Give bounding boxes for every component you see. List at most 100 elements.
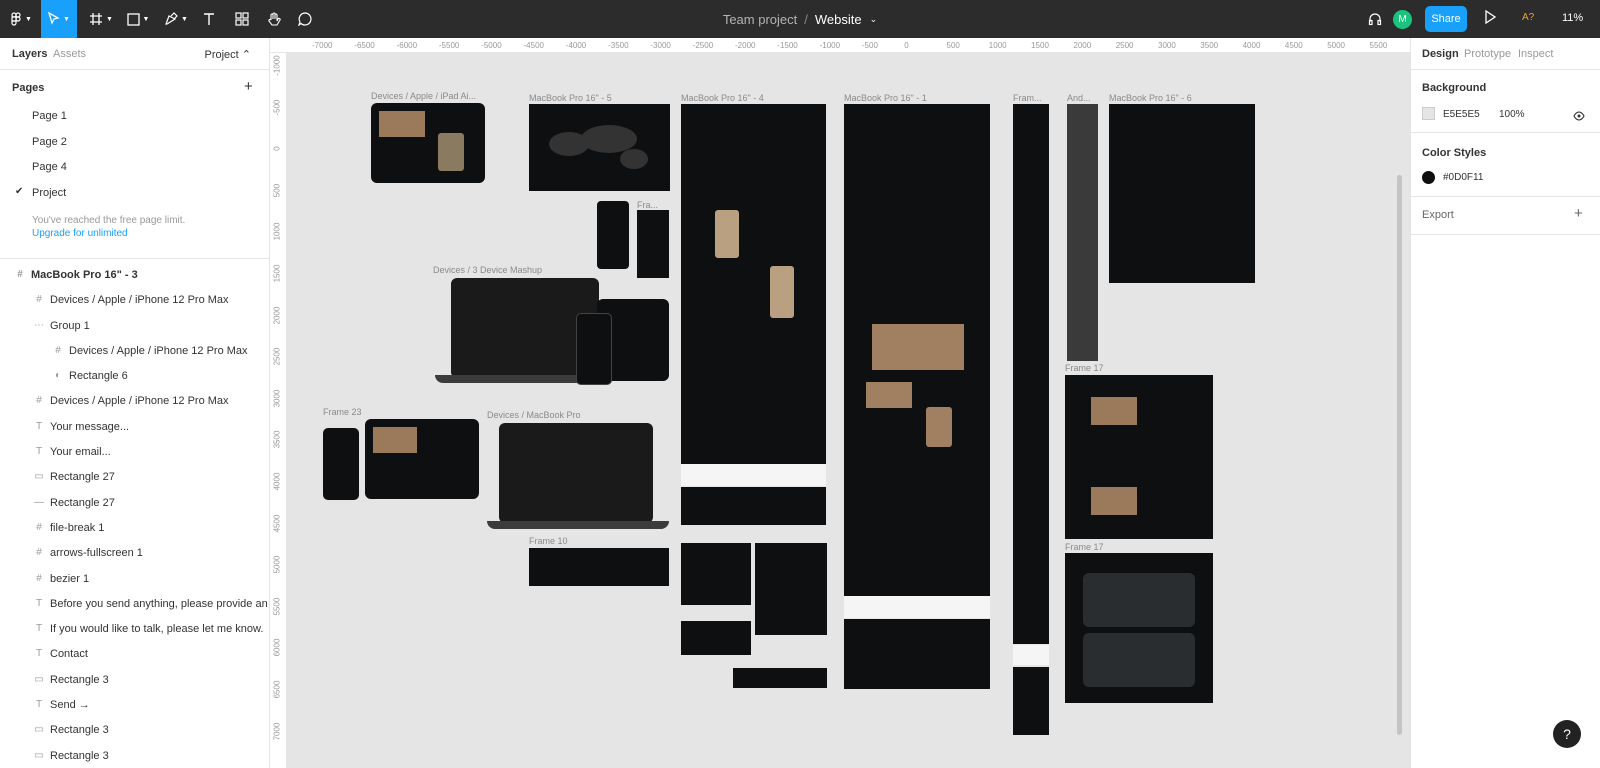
layer-row[interactable]: T If you would like to talk, please let m… [0, 617, 269, 642]
layer-row[interactable]: T Send → [0, 693, 269, 718]
footer-strip[interactable] [1013, 645, 1049, 665]
layer-row[interactable]: T Your message... [0, 415, 269, 440]
macbook-frame[interactable] [1109, 104, 1255, 283]
main-menu-button[interactable]: ▼ [6, 0, 36, 38]
avatar[interactable]: M [1393, 10, 1412, 29]
macbook-frame[interactable] [844, 104, 990, 596]
canvas[interactable]: Devices / Apple / iPad Ai... MacBook Pro… [287, 53, 1410, 768]
upgrade-link[interactable]: Upgrade for unlimited [32, 227, 269, 240]
contact-section[interactable] [1013, 667, 1049, 735]
page-item[interactable]: Page 1 [0, 104, 269, 130]
frame-label[interactable]: MacBook Pro 16" - 6 [1109, 93, 1192, 103]
frame-label[interactable]: MacBook Pro 16" - 5 [529, 93, 612, 103]
page-item[interactable]: Page 4 [0, 155, 269, 181]
comment-tool-button[interactable] [293, 0, 317, 38]
layer-row[interactable]: # file-break 1 [0, 516, 269, 541]
layer-row[interactable]: # bezier 1 [0, 567, 269, 592]
frame-label[interactable]: Frame 17 [1065, 363, 1104, 373]
color-style-swatch[interactable] [1422, 171, 1435, 184]
zoom-level[interactable]: 11% [1562, 12, 1583, 24]
phone-frame[interactable] [637, 210, 669, 278]
frame-label[interactable]: Devices / MacBook Pro [487, 410, 581, 420]
layer-row[interactable]: # MacBook Pro 16" - 3 [0, 263, 269, 288]
spellcheck-indicator[interactable]: A? [1522, 12, 1534, 23]
present-button[interactable] [1484, 9, 1497, 29]
layer-row[interactable]: # Devices / Apple / iPhone 12 Pro Max [0, 339, 269, 364]
resources-button[interactable] [230, 0, 254, 38]
tab-assets[interactable]: Assets [53, 48, 86, 60]
frame-label[interactable]: Fra... [637, 200, 658, 210]
frame-label[interactable]: Frame 10 [529, 536, 568, 546]
help-button[interactable]: ? [1553, 720, 1581, 748]
laptop-mockup[interactable] [499, 423, 653, 523]
frame-label[interactable]: Devices / Apple / iPad Ai... [371, 91, 476, 101]
canvas-scrollbar[interactable] [1397, 175, 1402, 735]
layer-row[interactable]: T Before you send anything, please provid… [0, 592, 269, 617]
tab-layers[interactable]: Layers [12, 48, 47, 60]
contact-section[interactable] [681, 487, 826, 525]
layer-row[interactable]: — Rectangle 27 [0, 491, 269, 516]
layer-row[interactable]: ⋯ Group 1 [0, 314, 269, 339]
layer-row[interactable]: T Your email... [0, 440, 269, 465]
text-tool-button[interactable] [197, 0, 221, 38]
mobile-frame[interactable] [1013, 104, 1049, 644]
frame-label[interactable]: Frame 23 [323, 407, 362, 417]
export-label[interactable]: Export [1422, 209, 1454, 221]
tab-design[interactable]: Design [1422, 48, 1459, 60]
move-tool-button[interactable]: ▼ [41, 0, 77, 38]
page-item-current[interactable]: ✔ Project [0, 181, 269, 207]
shape-tool-button[interactable]: ▼ [122, 0, 154, 38]
audio-button[interactable] [1363, 0, 1387, 38]
frame-10[interactable] [529, 548, 669, 586]
contact-section[interactable] [844, 619, 990, 689]
layer-row[interactable]: ▭ Rectangle 3 [0, 744, 269, 768]
add-export-icon[interactable]: + [1574, 205, 1583, 222]
message-sent-frame[interactable] [681, 621, 751, 655]
footer-strip[interactable] [844, 596, 990, 618]
frame-label[interactable]: And... [1067, 93, 1091, 103]
frame-17[interactable] [1065, 553, 1213, 703]
frame-label[interactable]: Devices / 3 Device Mashup [433, 265, 542, 275]
frame-tool-button[interactable]: ▼ [84, 0, 118, 38]
eye-icon[interactable] [1573, 108, 1585, 126]
form-frame[interactable] [755, 543, 827, 635]
color-style-hex[interactable]: #0D0F11 [1443, 172, 1483, 183]
ipad-frame[interactable] [371, 103, 485, 183]
tab-prototype[interactable]: Prototype [1464, 48, 1511, 60]
frame-label[interactable]: MacBook Pro 16" - 4 [681, 93, 764, 103]
page-item[interactable]: Page 2 [0, 130, 269, 156]
phone-mockup[interactable] [576, 313, 612, 385]
page-switcher[interactable]: Project ⌃ [204, 48, 251, 61]
tablet-mockup[interactable] [365, 419, 479, 499]
background-swatch[interactable] [1422, 107, 1435, 120]
background-opacity[interactable]: 100% [1499, 109, 1525, 120]
layer-row[interactable]: T Contact [0, 642, 269, 667]
frame-label[interactable]: Fram... [1013, 93, 1042, 103]
phone-frame[interactable] [597, 201, 629, 269]
layer-row[interactable]: # Devices / Apple / iPhone 12 Pro Max [0, 389, 269, 414]
project-name[interactable]: Team project [723, 12, 797, 27]
layer-row[interactable]: ◐ Rectangle 6 [0, 364, 269, 389]
macbook-frame[interactable] [529, 104, 670, 191]
frame-label[interactable]: Frame 17 [1065, 542, 1104, 552]
layer-row[interactable]: # arrows-fullscreen 1 [0, 541, 269, 566]
layer-row[interactable]: ▭ Rectangle 3 [0, 668, 269, 693]
pen-tool-button[interactable]: ▼ [160, 0, 192, 38]
add-page-icon[interactable]: + [244, 78, 253, 95]
chevron-down-icon[interactable]: ⌄ [870, 14, 878, 25]
macbook-frame[interactable] [681, 104, 826, 467]
android-frame[interactable] [1067, 104, 1098, 361]
form-frame[interactable] [681, 543, 751, 605]
layer-row[interactable]: ▭ Rectangle 3 [0, 718, 269, 743]
newsletter-frame[interactable] [733, 668, 827, 688]
hand-tool-button[interactable] [262, 0, 286, 38]
share-button[interactable]: Share [1425, 6, 1467, 32]
footer-strip[interactable] [681, 464, 826, 486]
phone-mockup[interactable] [323, 428, 359, 500]
layer-row[interactable]: # Devices / Apple / iPhone 12 Pro Max [0, 288, 269, 313]
frame-17[interactable] [1065, 375, 1213, 539]
layer-row[interactable]: ▭ Rectangle 27 [0, 465, 269, 490]
frame-label[interactable]: MacBook Pro 16" - 1 [844, 93, 927, 103]
file-name[interactable]: Website [815, 12, 862, 27]
tab-inspect[interactable]: Inspect [1518, 48, 1553, 60]
